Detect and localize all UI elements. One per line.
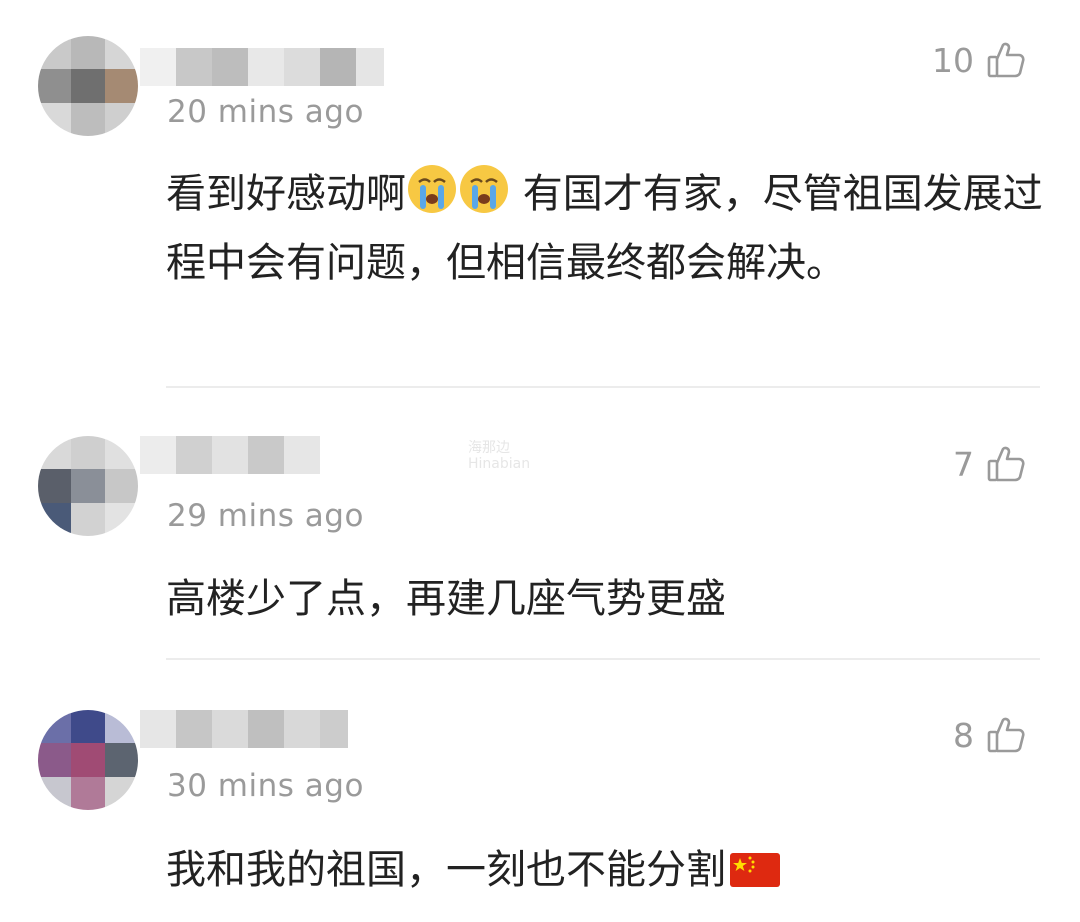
crying-face-icon <box>460 165 508 213</box>
comment-text: 我和我的祖国，一刻也不能分割 <box>166 836 1046 905</box>
avatar[interactable] <box>38 36 138 136</box>
comment-time: 29 mins ago <box>167 498 364 534</box>
divider <box>166 658 1040 660</box>
like-count: 10 <box>932 40 974 80</box>
like-count: 7 <box>953 444 974 484</box>
china-flag-icon <box>730 853 780 887</box>
comment-text: 高楼少了点，再建几座气势更盛 <box>166 576 726 622</box>
comment-text: 看到好感动啊 有国才有家，尽管祖国发展过程中会有问题，但相信最终都会解决。 <box>166 160 1046 298</box>
like-button[interactable]: 7 <box>953 444 1026 484</box>
thumbs-up-icon <box>987 446 1025 482</box>
comment-time: 30 mins ago <box>167 768 364 804</box>
watermark: 海那边 Hinabian <box>468 440 531 472</box>
comment-time: 20 mins ago <box>167 94 364 130</box>
avatar[interactable] <box>38 710 138 810</box>
crying-face-icon <box>408 165 456 213</box>
thumbs-up-icon <box>987 42 1025 78</box>
like-count: 8 <box>953 715 974 755</box>
thumbs-up-icon <box>987 717 1025 753</box>
like-button[interactable]: 8 <box>953 715 1026 755</box>
username-blurred[interactable] <box>140 710 348 748</box>
username-blurred[interactable] <box>140 436 320 474</box>
username-blurred[interactable] <box>140 48 384 86</box>
avatar[interactable] <box>38 436 138 536</box>
divider <box>166 386 1040 388</box>
like-button[interactable]: 10 <box>932 40 1026 80</box>
